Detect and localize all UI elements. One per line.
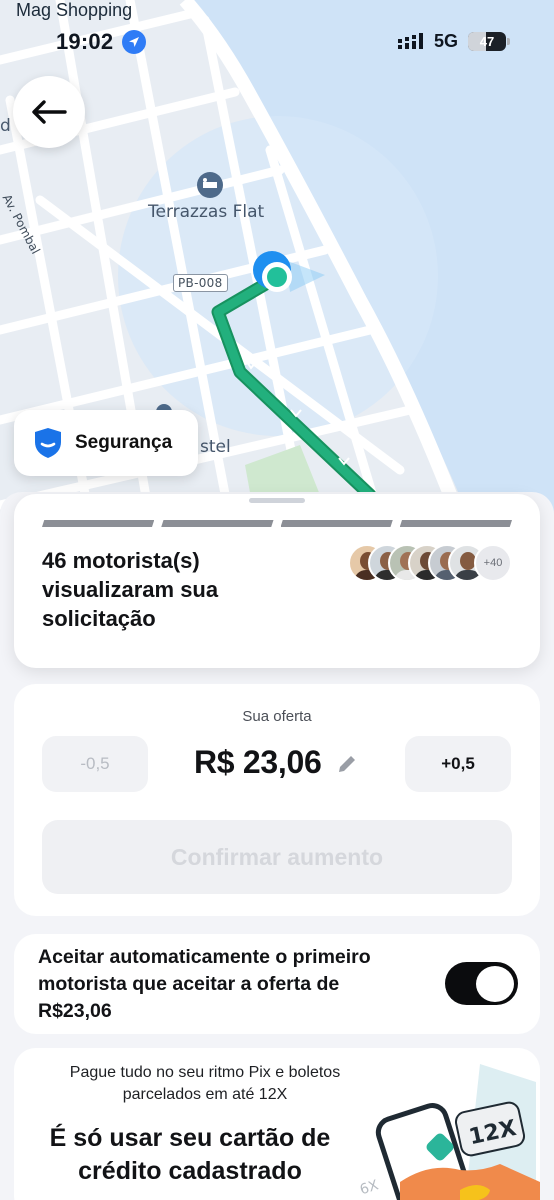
shield-icon bbox=[35, 428, 61, 458]
promo-title: É só usar seu cartão de crédito cadastra… bbox=[49, 1124, 331, 1185]
arrow-left-icon bbox=[32, 100, 67, 124]
security-label: Segurança bbox=[75, 432, 173, 453]
map-edge-label: d bbox=[0, 116, 11, 136]
location-arrow-icon bbox=[122, 30, 146, 54]
increase-offer-button[interactable]: +0,5 bbox=[405, 736, 511, 792]
auto-accept-label: Aceitar automaticamente o primeiro motor… bbox=[38, 946, 371, 1022]
decrease-offer-button[interactable]: -0,5 bbox=[42, 736, 148, 792]
badge-6x: 6X bbox=[360, 1177, 381, 1198]
place-label: stel bbox=[200, 437, 231, 457]
offer-title: Sua oferta bbox=[242, 708, 312, 725]
road-tag: PB-008 bbox=[173, 274, 228, 292]
clock: 19:02 bbox=[56, 29, 114, 54]
search-progress-bar bbox=[42, 520, 512, 527]
drivers-viewed-text: 46 motorista(s) visualizaram sua solicit… bbox=[42, 548, 219, 631]
progress-segment bbox=[280, 520, 393, 527]
offer-price[interactable]: R$ 23,06 bbox=[194, 744, 322, 781]
back-button[interactable] bbox=[13, 76, 85, 148]
security-button[interactable]: Segurança bbox=[14, 410, 198, 476]
battery-percent: 47 bbox=[479, 34, 495, 49]
confirm-increase-button[interactable]: Confirmar aumento bbox=[42, 820, 512, 894]
pencil-icon[interactable] bbox=[336, 753, 358, 775]
more-drivers-badge: +40 bbox=[474, 544, 512, 582]
progress-segment bbox=[399, 520, 512, 527]
toggle-knob bbox=[476, 966, 514, 1002]
progress-segment bbox=[42, 520, 155, 527]
phone-payment-illustration: 12X 6X bbox=[360, 1064, 540, 1200]
sheet-drag-handle[interactable] bbox=[249, 498, 305, 503]
status-bar: Mag Shopping 19:02 5G 47 bbox=[0, 0, 554, 60]
network-label: 5G bbox=[434, 31, 459, 51]
signal-icon bbox=[398, 33, 423, 49]
progress-segment bbox=[161, 520, 274, 527]
battery-tip bbox=[507, 38, 510, 45]
carrier-label: Mag Shopping bbox=[16, 0, 133, 20]
hotel-label[interactable]: Terrazzas Flat bbox=[148, 202, 264, 222]
promo-subtitle: Pague tudo no seu ritmo Pix e boletos pa… bbox=[69, 1064, 341, 1103]
battery-icon: 47 bbox=[468, 32, 506, 51]
